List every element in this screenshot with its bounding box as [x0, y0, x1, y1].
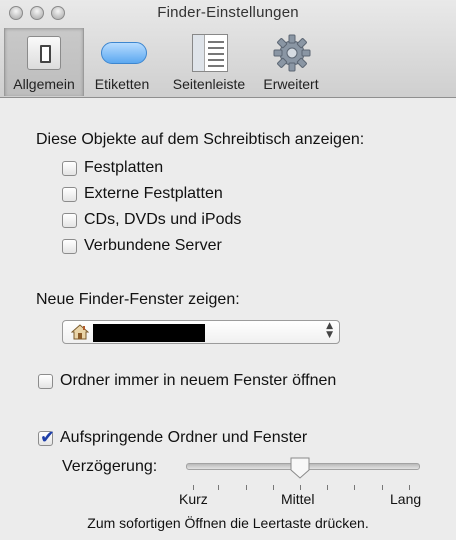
slider-tick: [382, 485, 383, 490]
checkbox-label: Aufspringende Ordner und Fenster: [60, 429, 308, 446]
checkbox[interactable]: [62, 187, 77, 202]
gear-icon: [273, 34, 311, 72]
slider-tick: [246, 485, 247, 490]
spacebar-hint: Zum sofortigen Öffnen die Leertaste drüc…: [87, 515, 369, 531]
checkbox[interactable]: [62, 161, 77, 176]
slider-tick: [300, 485, 301, 490]
tab-advanced-label: Erweitert: [263, 76, 319, 92]
new-window-popup[interactable]: ▲ ▼: [62, 320, 340, 344]
checkbox[interactable]: [62, 239, 77, 254]
slider-tick: [354, 485, 355, 490]
tab-advanced[interactable]: Erweitert: [258, 28, 324, 96]
slider-tick-label-medium: Mittel: [281, 491, 315, 507]
tab-labels-label: Etiketten: [94, 76, 150, 92]
slider-tick: [218, 485, 219, 490]
checkbox-label: Verbundene Server: [84, 237, 222, 254]
window-title: Finder-Einstellungen: [157, 4, 299, 21]
checkbox[interactable]: [38, 374, 53, 389]
slider-tick: [193, 485, 194, 490]
checkbox-label: Festplatten: [84, 159, 164, 176]
popup-arrows-icon: ▲ ▼: [326, 321, 333, 340]
delay-slider-thumb[interactable]: [289, 456, 311, 480]
checkbox-checked[interactable]: [38, 427, 55, 448]
checkbox-label: CDs, DVDs und iPods: [84, 211, 242, 228]
toolbar: Finder-Einstellungen Allgemein Etiketten…: [0, 0, 456, 98]
tab-general-label: Allgemein: [13, 76, 75, 92]
popup-selected-value: [93, 324, 205, 342]
slider-tick: [409, 485, 410, 490]
checkbox[interactable]: [62, 213, 77, 228]
slider-tick: [327, 485, 328, 490]
finder-preferences-window: Finder-Einstellungen Allgemein Etiketten…: [0, 0, 456, 540]
slider-tick-label-long: Lang: [390, 491, 422, 507]
delay-label: Verzögerung:: [62, 458, 158, 475]
tab-general[interactable]: Allgemein: [4, 28, 84, 96]
tab-labels[interactable]: Etiketten: [86, 28, 158, 96]
sidebar-icon: [192, 34, 228, 72]
switch-icon: [27, 36, 61, 70]
checkbox-label: Ordner immer in neuem Fenster öffnen: [60, 372, 337, 389]
slider-tick: [273, 485, 274, 490]
slider-tick-label-short: Kurz: [179, 491, 208, 507]
label-tag-icon: [101, 42, 147, 64]
checkbox-label: Externe Festplatten: [84, 185, 223, 202]
tab-sidebar[interactable]: Seitenleiste: [164, 28, 254, 96]
home-icon: [71, 324, 89, 340]
tab-sidebar-label: Seitenleiste: [172, 76, 246, 92]
new-window-heading: Neue Finder-Fenster zeigen:: [36, 291, 240, 308]
desktop-items-heading: Diese Objekte auf dem Schreibtisch anzei…: [36, 131, 365, 148]
